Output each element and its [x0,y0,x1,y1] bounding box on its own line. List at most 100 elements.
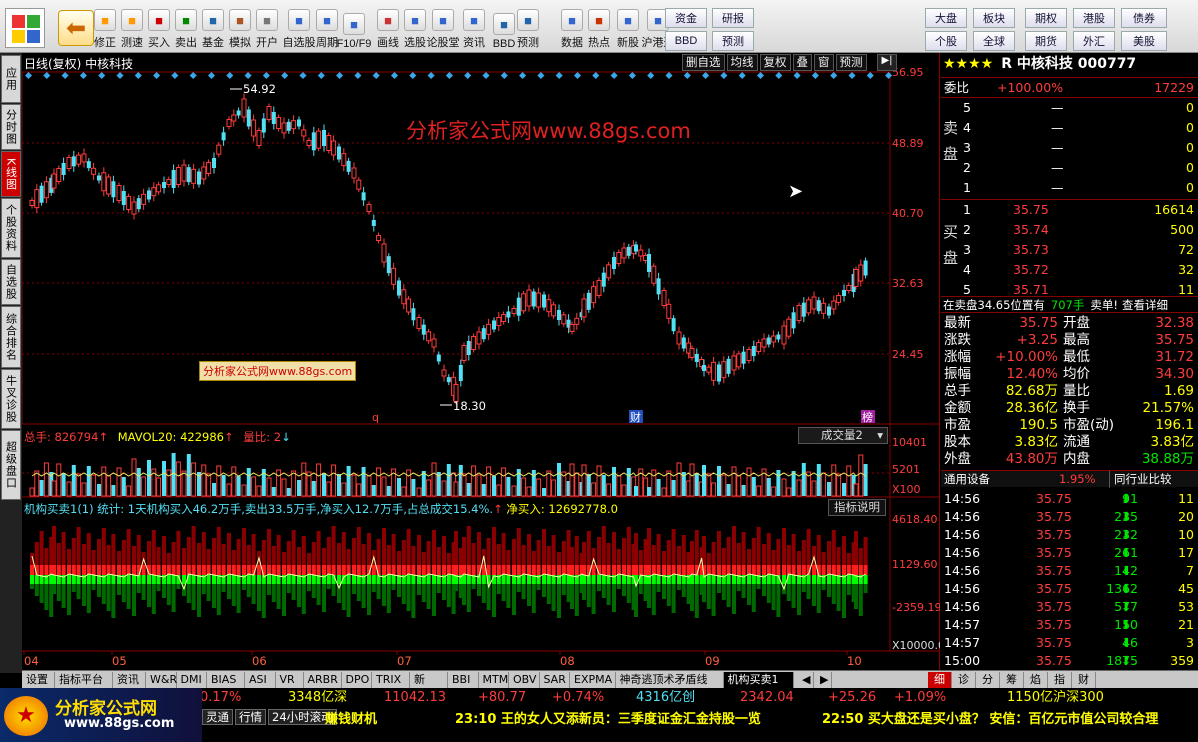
panel-tab-1[interactable]: 诊 [952,672,976,688]
indicator-tab-18[interactable]: 机构买卖1 [723,672,794,688]
event-marker-13[interactable] [262,71,270,80]
toolbar-small-button-2[interactable]: 研报 [712,8,754,28]
left-tab-7[interactable]: 超级盘口 [1,430,21,500]
panel-tab-4[interactable]: 焰 [1024,672,1048,688]
event-marker-20[interactable] [390,71,399,80]
toolbar-button-0[interactable]: ■ 修正 [91,4,119,50]
ticker-tab-0[interactable]: 灵通 [202,709,233,725]
toolbar-small-button-6[interactable]: 板块 [973,8,1015,28]
tab-scroll-left-icon[interactable]: ◀ [798,672,814,688]
event-marker-21[interactable] [409,71,417,80]
left-tab-1[interactable]: 分时图 [1,104,21,150]
left-tab-6[interactable]: 牛叉诊股 [1,369,21,429]
event-marker-35[interactable] [665,71,673,80]
marker-finance[interactable]: 财 [630,410,641,424]
sell-row-4[interactable]: 4 — 0 [941,119,1198,136]
sell-row-5[interactable]: 5 — 0 [941,99,1198,116]
ticker-item-2[interactable]: 23:10 王的女人又添新员：三季度证金汇金持股一览 [455,708,761,727]
indicator-tab-9[interactable]: DPO [342,672,372,688]
indicator-tab-13[interactable]: MTM [479,672,509,688]
toolbar-small-button-11[interactable]: 外汇 [1073,31,1115,51]
toolbar-small-button-12[interactable]: 债券 [1121,8,1167,28]
event-marker-29[interactable] [555,71,563,80]
event-marker-10[interactable] [207,71,216,80]
event-marker-25[interactable] [482,71,490,80]
event-marker-7[interactable] [153,71,161,80]
buy-row-2[interactable]: 2 35.74 500 [941,221,1198,238]
indicator-tab-2[interactable]: 资讯 [113,672,146,688]
event-marker-41[interactable] [775,71,783,80]
indicator-tab-3[interactable]: W&R [146,672,177,688]
event-marker-27[interactable] [519,71,527,80]
toolbar-button-1[interactable]: ■ 测速 [118,4,146,50]
marker-q[interactable]: q [372,411,379,424]
event-marker-39[interactable] [738,71,746,80]
event-marker-22[interactable] [427,71,435,80]
ticker-item-3[interactable]: 22:50 买大盘还是买小盘？ 安信：百亿元市值公司较合理 [822,708,1158,727]
event-marker-40[interactable] [756,71,765,80]
event-marker-42[interactable] [793,71,801,80]
toolbar-small-button-1[interactable]: BBD [665,31,707,51]
toolbar-button-18[interactable]: ■ 新股 [614,4,642,50]
big-order-notice[interactable]: 在卖盘34.65位置有 707手 卖单! 查看详细 [941,296,1198,313]
toolbar-button-17[interactable]: ■ 热点 [585,4,613,50]
kline-chart-area[interactable]: 56.95 48.89 40.70 32.63 24.45 54.92 18.30 q 财榜 10… [22,53,940,670]
event-marker-14[interactable] [281,71,289,80]
event-marker-28[interactable] [537,71,545,80]
panel-tab-6[interactable]: 财 [1072,672,1096,688]
indicator-tab-14[interactable]: OBV [509,672,540,688]
buy-row-1[interactable]: 1 35.75 16614 [941,201,1198,218]
buy-row-3[interactable]: 3 35.73 72 [941,241,1198,258]
toolbar-button-3[interactable]: ■ 卖出 [172,4,200,50]
toolbar-button-7[interactable]: ■ 自选股 [283,4,316,50]
event-marker-17[interactable] [336,71,344,80]
event-marker-18[interactable] [354,71,362,80]
app-logo-icon[interactable] [5,8,45,48]
toolbar-button-5[interactable]: ■ 模拟 [226,4,254,50]
panel-tab-2[interactable]: 分 [976,672,1000,688]
left-tab-2[interactable]: K线图 [1,151,21,197]
event-marker-5[interactable] [116,71,124,80]
toolbar-small-button-7[interactable]: 全球 [973,31,1015,51]
indicator-tab-11[interactable]: 新DMA [410,672,448,702]
indicator-tab-0[interactable]: 设置 [22,672,55,688]
left-tab-3[interactable]: 个股资料 [1,198,21,258]
event-marker-1[interactable] [43,71,51,80]
event-marker-3[interactable] [79,71,87,80]
event-marker-19[interactable] [372,71,380,80]
toolbar-button-6[interactable]: ■ 开户 [253,4,281,50]
indicator-tab-6[interactable]: ASI [245,672,276,688]
toolbar-small-button-8[interactable]: 期权 [1025,8,1067,28]
tab-scroll-right-icon[interactable]: ▶ [816,672,832,688]
event-marker-34[interactable] [647,71,655,80]
indicator-tab-16[interactable]: EXPMA [570,672,616,688]
chart-header-button-2[interactable]: 复权 [759,54,791,71]
chart-canvas[interactable]: 56.9548.8940.7032.6324.4554.9218.30q 财榜10… [22,53,940,670]
panel-tab-0[interactable]: 细 [928,672,952,688]
toolbar-small-button-3[interactable]: 预测 [712,31,754,51]
toolbar-small-button-9[interactable]: 期货 [1025,31,1067,51]
chart-header-button-4[interactable]: 窗 [814,54,834,71]
toolbar-button-4[interactable]: ■ 基金 [199,4,227,50]
indicator-tab-15[interactable]: SAR [540,672,570,688]
indicator-tab-8[interactable]: ARBR [304,672,342,688]
event-marker-31[interactable] [592,71,600,80]
marker-rank[interactable]: 榜 [862,410,873,424]
event-marker-24[interactable] [464,71,472,80]
sell-row-2[interactable]: 2 — 0 [941,159,1198,176]
event-marker-11[interactable] [226,71,234,80]
indicator-tab-17[interactable]: 神奇逃顶术矛盾线 [616,672,724,688]
toolbar-button-13[interactable]: ■ 资讯 [460,4,488,50]
toolbar-small-button-5[interactable]: 个股 [925,31,967,51]
ticker-tab-1[interactable]: 行情 [235,709,266,725]
event-marker-44[interactable] [830,71,838,80]
left-tab-0[interactable]: 应用 [1,55,21,103]
panel-tab-3[interactable]: 筹 [1000,672,1024,688]
volume-indicator-select[interactable]: 成交量2 ▾ [798,427,888,444]
toolbar-small-button-10[interactable]: 港股 [1073,8,1115,28]
sell-row-3[interactable]: 3 — 0 [941,139,1198,156]
indicator-help-button[interactable]: 指标说明 [828,499,886,516]
back-arrow-icon[interactable]: ⬅ [58,10,94,46]
event-marker-9[interactable] [189,71,197,80]
panel-tab-5[interactable]: 指 [1048,672,1072,688]
